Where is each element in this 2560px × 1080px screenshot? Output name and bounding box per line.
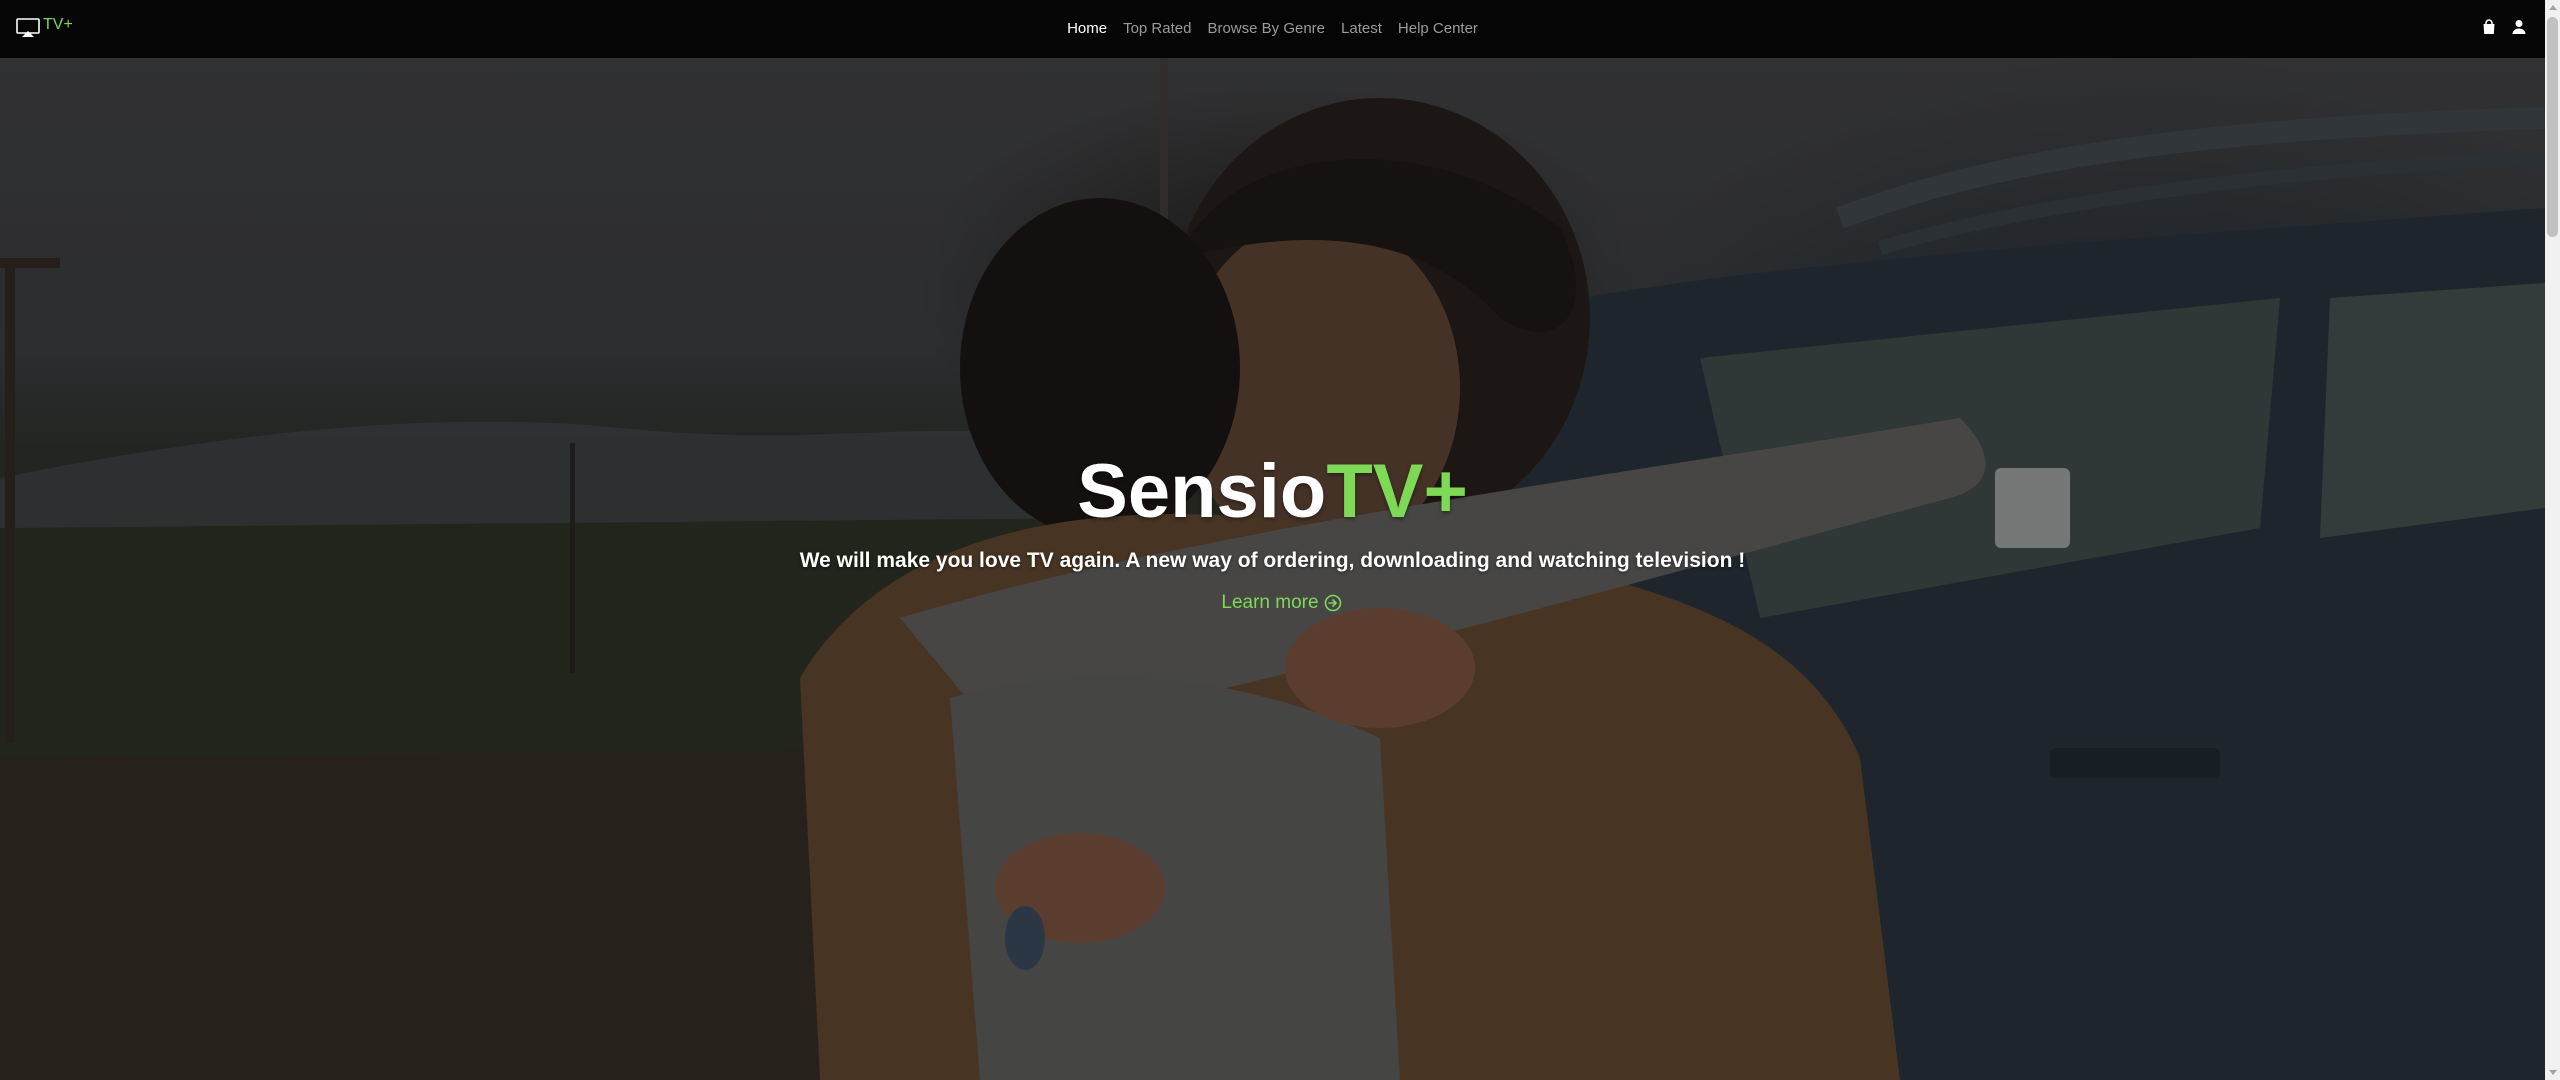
nav-link-home[interactable]: Home [1067,20,1107,37]
main-nav: Home Top Rated Browse By Genre Latest He… [0,20,2545,38]
scroll-up-arrow-icon[interactable] [2549,5,2557,10]
hero-title-main: Sensio [1077,449,1327,534]
hero-section: SensioTV+ We will make you love TV again… [0,58,2545,1080]
nav-item-home: Home [1067,20,1107,38]
nav-item-help-center: Help Center [1398,20,1478,38]
nav-item-top-rated: Top Rated [1123,20,1191,38]
shopping-bag-icon[interactable] [2481,19,2497,35]
page: TV+ Home Top Rated Browse By Genre Lates… [0,0,2560,1080]
hero-content: SensioTV+ We will make you love TV again… [0,454,2545,614]
learn-more-link[interactable]: Learn more [1221,592,1341,614]
nav-link-latest[interactable]: Latest [1341,20,1382,37]
user-icon[interactable] [2511,19,2527,35]
nav-item-latest: Latest [1341,20,1382,38]
learn-more-label: Learn more [1221,592,1319,613]
nav-item-browse-by-genre: Browse By Genre [1207,20,1325,38]
nav-link-top-rated[interactable]: Top Rated [1123,20,1191,37]
top-navbar: TV+ Home Top Rated Browse By Genre Lates… [0,0,2545,58]
nav-link-browse-by-genre[interactable]: Browse By Genre [1207,20,1325,37]
scroll-down-arrow-icon[interactable] [2549,1070,2557,1075]
hero-subtitle: We will make you love TV again. A new wa… [799,549,1746,572]
nav-icon-group [2481,19,2527,35]
scroll-thumb[interactable] [2547,17,2558,237]
hero-title-accent: TV+ [1326,449,1468,534]
hero-title: SensioTV+ [0,454,2545,530]
nav-link-help-center[interactable]: Help Center [1398,20,1478,37]
page-scrollbar[interactable] [2545,0,2560,1080]
arrow-circle-right-icon [1324,594,1342,612]
